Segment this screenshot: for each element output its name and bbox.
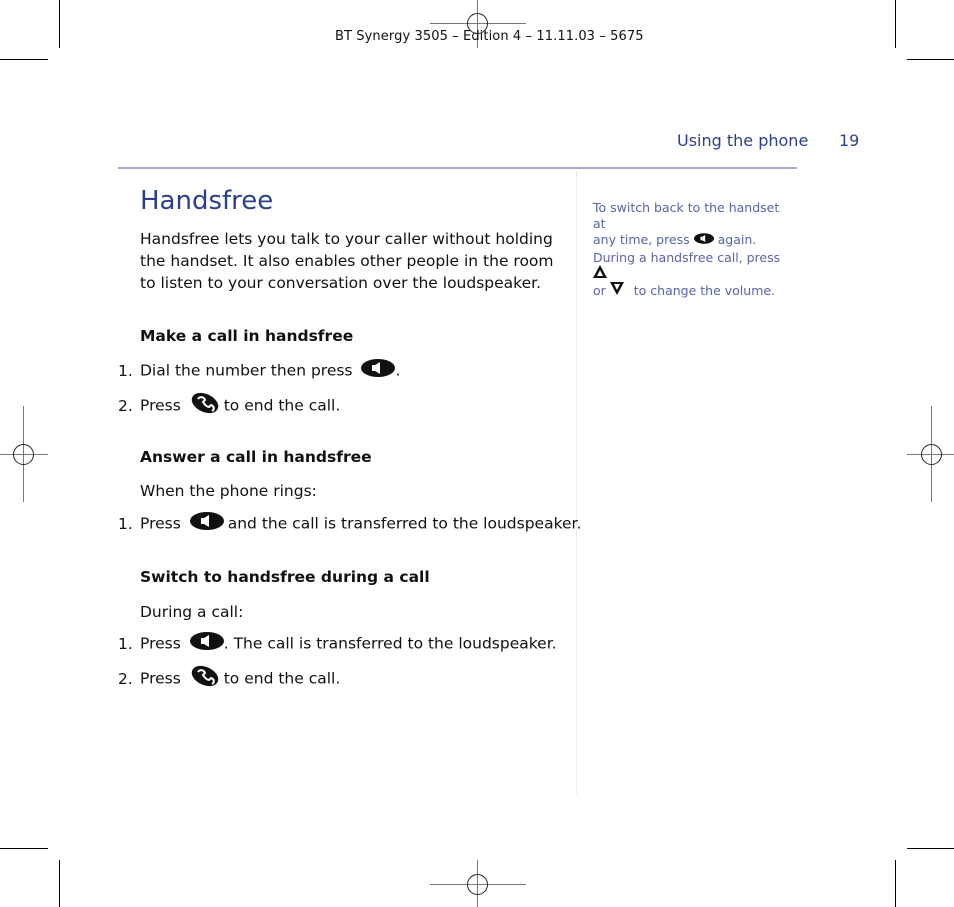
step-text: Dial the number then press <box>140 361 353 380</box>
crop-mark <box>0 848 48 849</box>
handsfree-key-icon <box>361 359 396 381</box>
volume-down-icon <box>609 282 624 299</box>
step-number: 2. <box>118 396 133 415</box>
handsfree-key-icon <box>189 632 224 654</box>
step-text: to end the call. <box>223 669 341 688</box>
crop-mark <box>0 59 48 60</box>
step-item: 1. Press . The call is transferred to the… <box>118 632 557 655</box>
section-heading-switch-handsfree: Switch to handsfree during a call <box>140 568 430 586</box>
section-heading-make-call: Make a call in handsfree <box>140 327 354 345</box>
step-number: 1. <box>118 634 133 653</box>
step-number: 2. <box>118 669 133 688</box>
section-heading-answer-call: Answer a call in handsfree <box>140 448 372 466</box>
crop-mark <box>907 59 954 60</box>
column-divider <box>576 172 577 794</box>
tip-text: any time, press <box>593 232 690 247</box>
step-text: . The call is transferred to the loudspe… <box>223 634 557 653</box>
crop-mark <box>895 0 896 48</box>
step-number: 1. <box>118 361 133 380</box>
tip-text: To switch back to the handset at <box>593 200 780 231</box>
sidebar-tip-handset: To switch back to the handset at any tim… <box>593 200 793 249</box>
volume-up-icon <box>593 265 607 282</box>
handsfree-key-icon <box>693 232 714 248</box>
page-number: 19 <box>839 131 860 150</box>
step-number: 1. <box>118 514 133 533</box>
step-text: . <box>395 361 401 380</box>
step-text: Press <box>140 514 181 533</box>
tip-text: or <box>593 283 606 298</box>
step-text: to end the call. <box>223 396 341 415</box>
section-lead: When the phone rings: <box>140 482 317 500</box>
section-lead: During a call: <box>140 603 244 621</box>
end-call-key-icon <box>190 392 220 418</box>
step-item: 2. Press to end the call. <box>118 392 341 419</box>
step-item: 1. Dial the number then press . <box>118 359 401 382</box>
step-item: 2. Press to end the call. <box>118 665 341 692</box>
running-header-section: Using the phone <box>677 131 809 150</box>
step-item: 1. Press and the call is transferred to t… <box>118 512 582 535</box>
tip-text: During a handsfree call, press <box>593 250 781 265</box>
tip-text: to change the volume. <box>633 283 776 298</box>
crop-mark <box>895 860 896 907</box>
handsfree-key-icon <box>189 512 224 534</box>
page-title: Handsfree <box>140 186 274 216</box>
step-text: Press <box>140 634 181 653</box>
crop-mark <box>59 860 60 907</box>
tip-text: again. <box>717 232 757 247</box>
end-call-key-icon <box>190 665 220 691</box>
crop-mark <box>907 848 954 849</box>
header-rule <box>118 167 797 169</box>
sidebar-tip-volume: During a handsfree call, press or to cha… <box>593 250 793 300</box>
intro-paragraph: Handsfree lets you talk to your caller w… <box>140 230 554 292</box>
step-text: Press <box>140 396 181 415</box>
crop-mark <box>59 0 60 48</box>
print-slug: BT Synergy 3505 – Edition 4 – 11.11.03 –… <box>335 29 644 44</box>
step-text: Press <box>140 669 181 688</box>
step-text: and the call is transferred to the louds… <box>227 514 582 533</box>
